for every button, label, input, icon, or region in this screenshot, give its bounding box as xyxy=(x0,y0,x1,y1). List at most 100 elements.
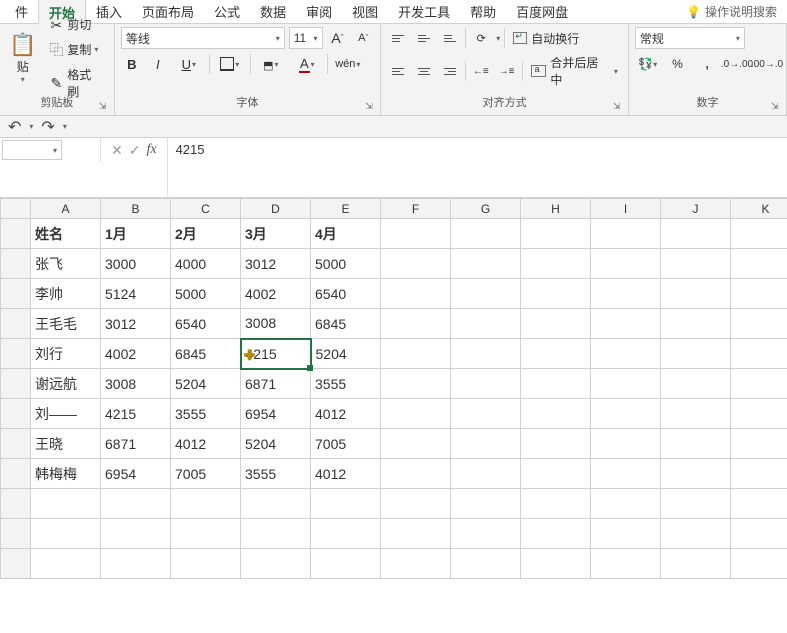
cell[interactable] xyxy=(521,369,591,399)
italic-button[interactable]: I xyxy=(147,53,169,75)
chevron-down-icon[interactable]: ▾ xyxy=(496,34,500,43)
column-header[interactable]: F xyxy=(381,199,451,219)
cell[interactable]: 4215 xyxy=(101,399,171,429)
column-header[interactable]: E xyxy=(311,199,381,219)
cell[interactable] xyxy=(591,279,661,309)
cell[interactable] xyxy=(381,249,451,279)
cell[interactable] xyxy=(31,489,101,519)
cell[interactable] xyxy=(451,459,521,489)
cell[interactable] xyxy=(661,489,731,519)
cell[interactable] xyxy=(661,309,731,339)
cell[interactable] xyxy=(661,549,731,579)
cell[interactable] xyxy=(521,279,591,309)
enter-formula-button[interactable]: ✓ xyxy=(129,142,141,159)
cell[interactable] xyxy=(521,249,591,279)
cell[interactable] xyxy=(591,339,661,369)
cell[interactable]: 张飞 xyxy=(31,249,101,279)
cell[interactable] xyxy=(101,489,171,519)
row-header[interactable] xyxy=(1,219,31,249)
cell[interactable] xyxy=(451,429,521,459)
shrink-font-button[interactable] xyxy=(352,27,374,49)
dialog-launcher-icon[interactable]: ⇲ xyxy=(613,101,625,113)
cell[interactable]: 5000 xyxy=(311,249,381,279)
cell[interactable] xyxy=(731,489,787,519)
cell[interactable] xyxy=(31,519,101,549)
cell[interactable]: 4000 xyxy=(171,249,241,279)
cell[interactable]: 4012 xyxy=(171,429,241,459)
cell[interactable] xyxy=(661,399,731,429)
cell[interactable]: 3008 xyxy=(241,309,311,339)
cell[interactable] xyxy=(311,489,381,519)
border-button[interactable]: ▾ xyxy=(214,53,246,75)
cell[interactable] xyxy=(521,399,591,429)
cell[interactable] xyxy=(381,549,451,579)
cell[interactable] xyxy=(381,279,451,309)
column-header[interactable]: A xyxy=(31,199,101,219)
row-header[interactable] xyxy=(1,309,31,339)
number-format-select[interactable]: 常规 ▾ xyxy=(635,27,745,49)
ribbon-tab[interactable]: 百度网盘 xyxy=(506,0,578,24)
cell[interactable]: 3000 xyxy=(101,249,171,279)
cell[interactable]: 5204 xyxy=(241,429,311,459)
copy-button[interactable]: 复制 ▾ xyxy=(43,38,107,61)
cell[interactable]: 刘行 xyxy=(31,339,101,369)
cell[interactable]: 3555 xyxy=(241,459,311,489)
accounting-format-button[interactable]: 💱▾ xyxy=(635,53,661,75)
cell[interactable] xyxy=(451,399,521,429)
undo-button[interactable] xyxy=(8,117,21,137)
redo-button[interactable] xyxy=(41,117,54,137)
orientation-button[interactable] xyxy=(470,27,492,49)
row-header[interactable] xyxy=(1,429,31,459)
align-center-button[interactable] xyxy=(413,60,435,82)
cut-button[interactable]: 剪切 xyxy=(43,13,107,36)
cell[interactable] xyxy=(521,519,591,549)
cell[interactable] xyxy=(101,519,171,549)
grow-font-button[interactable] xyxy=(327,27,349,49)
cancel-formula-button[interactable]: ✕ xyxy=(111,142,123,159)
insert-function-button[interactable]: fx xyxy=(146,142,156,158)
cell[interactable]: 5124 xyxy=(101,279,171,309)
paste-button[interactable]: 贴 ▾ xyxy=(6,29,39,87)
cell[interactable] xyxy=(731,249,787,279)
cell[interactable] xyxy=(241,519,311,549)
redo-dropdown[interactable]: ▾ xyxy=(63,122,67,131)
cell[interactable] xyxy=(591,249,661,279)
cell[interactable]: 刘—— xyxy=(31,399,101,429)
cell[interactable] xyxy=(661,519,731,549)
cell[interactable]: 王晓 xyxy=(31,429,101,459)
cell[interactable] xyxy=(661,459,731,489)
cell[interactable] xyxy=(521,429,591,459)
cell[interactable]: 3555 xyxy=(171,399,241,429)
row-header[interactable] xyxy=(1,279,31,309)
increase-indent-button[interactable] xyxy=(496,60,518,82)
column-header[interactable]: D xyxy=(241,199,311,219)
dialog-launcher-icon[interactable]: ⇲ xyxy=(99,101,111,113)
align-middle-button[interactable] xyxy=(413,27,435,49)
column-header[interactable]: H xyxy=(521,199,591,219)
row-header[interactable] xyxy=(1,489,31,519)
cell[interactable]: 7005 xyxy=(171,459,241,489)
cell[interactable] xyxy=(591,309,661,339)
cell[interactable] xyxy=(731,519,787,549)
cell[interactable] xyxy=(451,219,521,249)
cell[interactable] xyxy=(381,489,451,519)
undo-dropdown[interactable]: ▾ xyxy=(29,122,33,131)
cell[interactable] xyxy=(381,519,451,549)
decrease-indent-button[interactable] xyxy=(470,60,492,82)
phonetic-button[interactable]: wén▾ xyxy=(332,53,364,75)
row-header[interactable] xyxy=(1,249,31,279)
cell[interactable] xyxy=(451,549,521,579)
cell[interactable] xyxy=(661,339,731,369)
cell[interactable] xyxy=(381,459,451,489)
cell[interactable] xyxy=(311,549,381,579)
cell[interactable]: 4002 xyxy=(241,279,311,309)
cell[interactable]: 4215 xyxy=(241,339,311,369)
cell[interactable] xyxy=(381,399,451,429)
cell[interactable] xyxy=(731,339,787,369)
cell[interactable] xyxy=(521,339,591,369)
align-right-button[interactable] xyxy=(439,60,461,82)
cell[interactable]: 6540 xyxy=(171,309,241,339)
ribbon-tab[interactable]: 数据 xyxy=(250,0,296,24)
font-size-select[interactable]: 11 ▾ xyxy=(289,27,323,49)
cell[interactable] xyxy=(591,489,661,519)
